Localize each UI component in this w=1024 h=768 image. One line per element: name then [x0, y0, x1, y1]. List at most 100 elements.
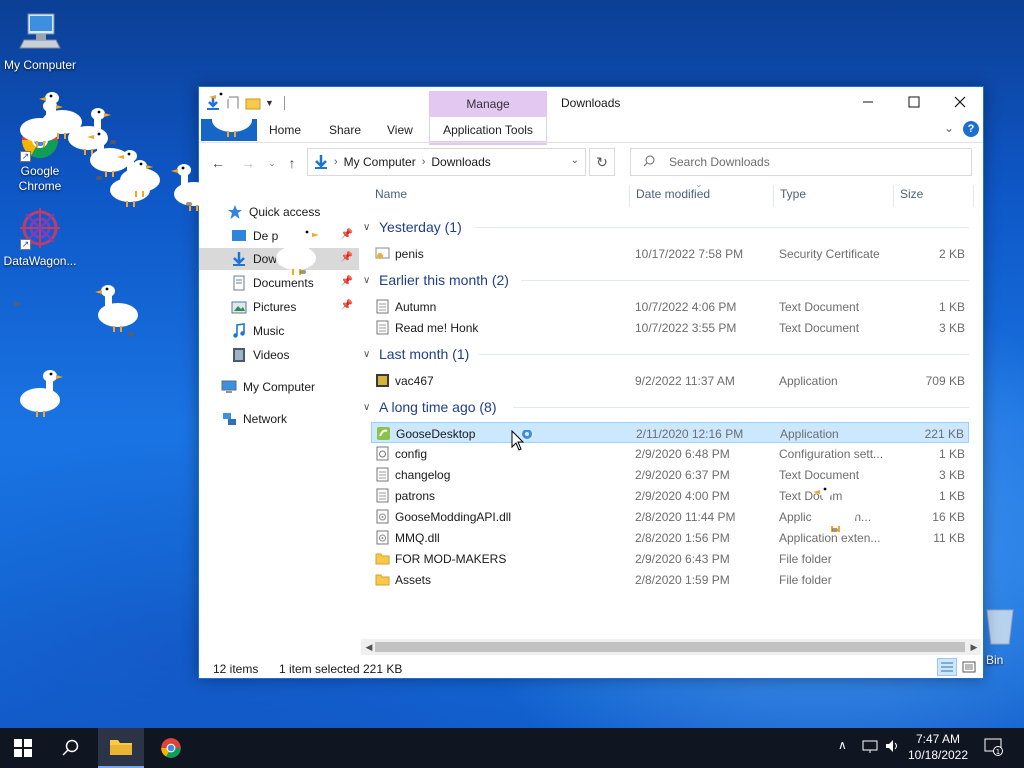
start-button[interactable]	[0, 728, 46, 768]
file-row-autumn[interactable]: Autumn 10/7/2022 4:06 PM Text Document 1…	[371, 296, 969, 317]
clock-time: 7:47 AM	[915, 732, 961, 746]
scrollbar-thumb[interactable]	[375, 642, 965, 652]
nav-label: Music	[253, 324, 285, 338]
group-divider	[475, 227, 969, 228]
column-divider[interactable]	[893, 185, 894, 207]
column-header-name[interactable]: Name	[375, 187, 407, 201]
forward-button[interactable]: →	[239, 153, 257, 173]
quick-access-toolbar: ▼	[205, 93, 285, 113]
file-row-read-me-honk[interactable]: Read me! Honk 10/7/2022 3:55 PM Text Doc…	[371, 317, 969, 338]
customize-toolbar-icon[interactable]: ▼	[265, 98, 274, 108]
recycle-bin-icon[interactable]	[985, 606, 1015, 646]
system-clock[interactable]: 7:47 AM 10/18/2022	[900, 731, 976, 763]
file-row-for-mod-makers[interactable]: FOR MOD-MAKERS 2/9/2020 6:43 PM File fol…	[371, 548, 969, 569]
column-divider[interactable]	[773, 185, 774, 207]
file-row-goosedesktop[interactable]: GooseDesktop 2/11/2020 12:16 PM Applicat…	[371, 422, 969, 443]
maximize-button[interactable]	[891, 87, 937, 117]
nav-quick-access[interactable]: Quick access	[199, 201, 359, 223]
network-tray-icon[interactable]	[862, 738, 878, 757]
nav-documents[interactable]: Documents 📌	[199, 272, 359, 294]
file-row-mmq-dll[interactable]: MMQ.dll 2/8/2020 1:56 PM Application ext…	[371, 527, 969, 548]
ribbon-divider	[199, 142, 983, 143]
minimize-button[interactable]	[845, 87, 891, 117]
address-bar[interactable]: › My Computer › Downloads ⌄	[307, 148, 586, 176]
taskbar-chrome[interactable]	[148, 728, 194, 768]
file-row-changelog[interactable]: changelog 2/9/2020 6:37 PM Text Document…	[371, 464, 969, 485]
breadcrumb-separator[interactable]: ›	[334, 156, 338, 168]
file-tab[interactable]	[201, 119, 257, 141]
file-row-assets[interactable]: Assets 2/8/2020 1:59 PM File folder	[371, 569, 969, 590]
back-button[interactable]: ←	[209, 153, 227, 173]
file-type: Application exten...	[779, 531, 881, 545]
nav-videos[interactable]: Videos	[199, 344, 359, 366]
nav-label: Pictures	[253, 300, 297, 314]
download-folder-icon[interactable]	[205, 95, 221, 111]
close-button[interactable]	[937, 87, 983, 117]
up-button[interactable]: ↑	[283, 153, 301, 173]
manage-tab-label: Manage	[466, 97, 510, 111]
tray-overflow-chevron-icon[interactable]: ∧	[838, 738, 847, 752]
tab-share[interactable]: Share	[329, 123, 361, 137]
group-divider	[521, 280, 969, 281]
nav-my-computer[interactable]: My Computer	[199, 376, 359, 398]
file-row-vac467[interactable]: vac467 9/2/2022 11:37 AM Application 709…	[371, 370, 969, 391]
breadcrumb-my-computer[interactable]: My Computer	[344, 155, 416, 169]
properties-icon[interactable]	[225, 95, 241, 111]
file-row-patrons[interactable]: patrons 2/9/2020 4:00 PM Text Docum 1 KB	[371, 485, 969, 506]
chevron-down-icon: ∨	[363, 348, 371, 360]
file-date: 10/7/2022 3:55 PM	[635, 321, 737, 335]
file-row-goosemoddingapi[interactable]: GooseModdingAPI.dll 2/8/2020 11:44 PM Ap…	[371, 506, 969, 527]
file-row-config[interactable]: config 2/9/2020 6:48 PM Configuration se…	[371, 443, 969, 464]
group-title: Earlier this month (2)	[379, 272, 509, 288]
desktop-icon-datawagon[interactable]: ↗ DataWagon...	[0, 206, 80, 268]
breadcrumb-separator[interactable]: ›	[422, 156, 426, 168]
tab-home[interactable]: Home	[269, 123, 301, 137]
shortcut-arrow-icon: ↗	[20, 151, 31, 162]
file-date: 2/8/2020 1:59 PM	[635, 573, 730, 587]
group-header-yesterday[interactable]: ∨ Yesterday (1)	[363, 216, 462, 238]
column-header-size[interactable]: Size	[900, 187, 923, 201]
nav-network[interactable]: Network	[199, 408, 359, 430]
search-box[interactable]: Search Downloads	[630, 148, 972, 176]
nav-desktop[interactable]: De p 📌	[199, 225, 359, 247]
taskbar-file-explorer[interactable]	[98, 728, 144, 768]
volume-tray-icon[interactable]	[884, 738, 900, 757]
group-header-last-month[interactable]: ∨ Last month (1)	[363, 343, 469, 365]
nav-label: Dow	[253, 252, 278, 266]
scroll-right-arrow[interactable]: ▶	[967, 639, 981, 655]
file-name: vac467	[395, 374, 434, 388]
address-dropdown-icon[interactable]: ⌄	[571, 155, 579, 166]
group-header-a-long-time-ago[interactable]: ∨ A long time ago (8)	[363, 396, 497, 418]
expand-ribbon-icon[interactable]: ⌄	[944, 121, 954, 135]
file-row-penis[interactable]: penis 10/17/2022 7:58 PM Security Certif…	[371, 243, 969, 264]
refresh-button[interactable]: ↻	[589, 148, 615, 176]
nav-pictures[interactable]: Pictures 📌	[199, 296, 359, 318]
column-divider[interactable]	[629, 185, 630, 207]
file-date: 2/9/2020 6:48 PM	[635, 447, 730, 461]
recent-locations-button[interactable]: ⌄	[263, 153, 281, 173]
toolbar-divider	[283, 96, 285, 110]
file-type: Text Document	[779, 468, 860, 482]
scroll-left-arrow[interactable]: ◀	[362, 639, 376, 655]
breadcrumb-downloads[interactable]: Downloads	[431, 155, 490, 169]
nav-downloads[interactable]: Dow 📌	[199, 248, 359, 270]
desktop-icon-my-computer[interactable]: My Computer	[0, 10, 80, 72]
tab-view[interactable]: View	[387, 123, 413, 137]
large-icons-view-button[interactable]	[959, 658, 979, 676]
application-tools-label: Application Tools	[443, 123, 533, 137]
column-divider[interactable]	[973, 185, 974, 207]
search-icon	[62, 739, 79, 756]
nav-label: Network	[243, 412, 288, 426]
help-icon[interactable]: ?	[963, 121, 979, 137]
nav-music[interactable]: Music	[199, 320, 359, 342]
desktop-icon-google-chrome[interactable]: ↗ Google Chrome	[0, 118, 80, 194]
search-taskbar-button[interactable]	[48, 728, 94, 768]
file-type: File folder	[779, 552, 832, 566]
group-header-earlier-this-month[interactable]: ∨ Earlier this month (2)	[363, 269, 509, 291]
column-header-type[interactable]: Type	[780, 187, 806, 201]
file-type: Applic xten...	[779, 510, 872, 524]
new-folder-icon[interactable]	[245, 95, 261, 111]
file-size: 16 KB	[932, 510, 965, 524]
details-view-button[interactable]	[937, 658, 957, 676]
notification-center-icon[interactable]: 1	[984, 738, 1004, 759]
